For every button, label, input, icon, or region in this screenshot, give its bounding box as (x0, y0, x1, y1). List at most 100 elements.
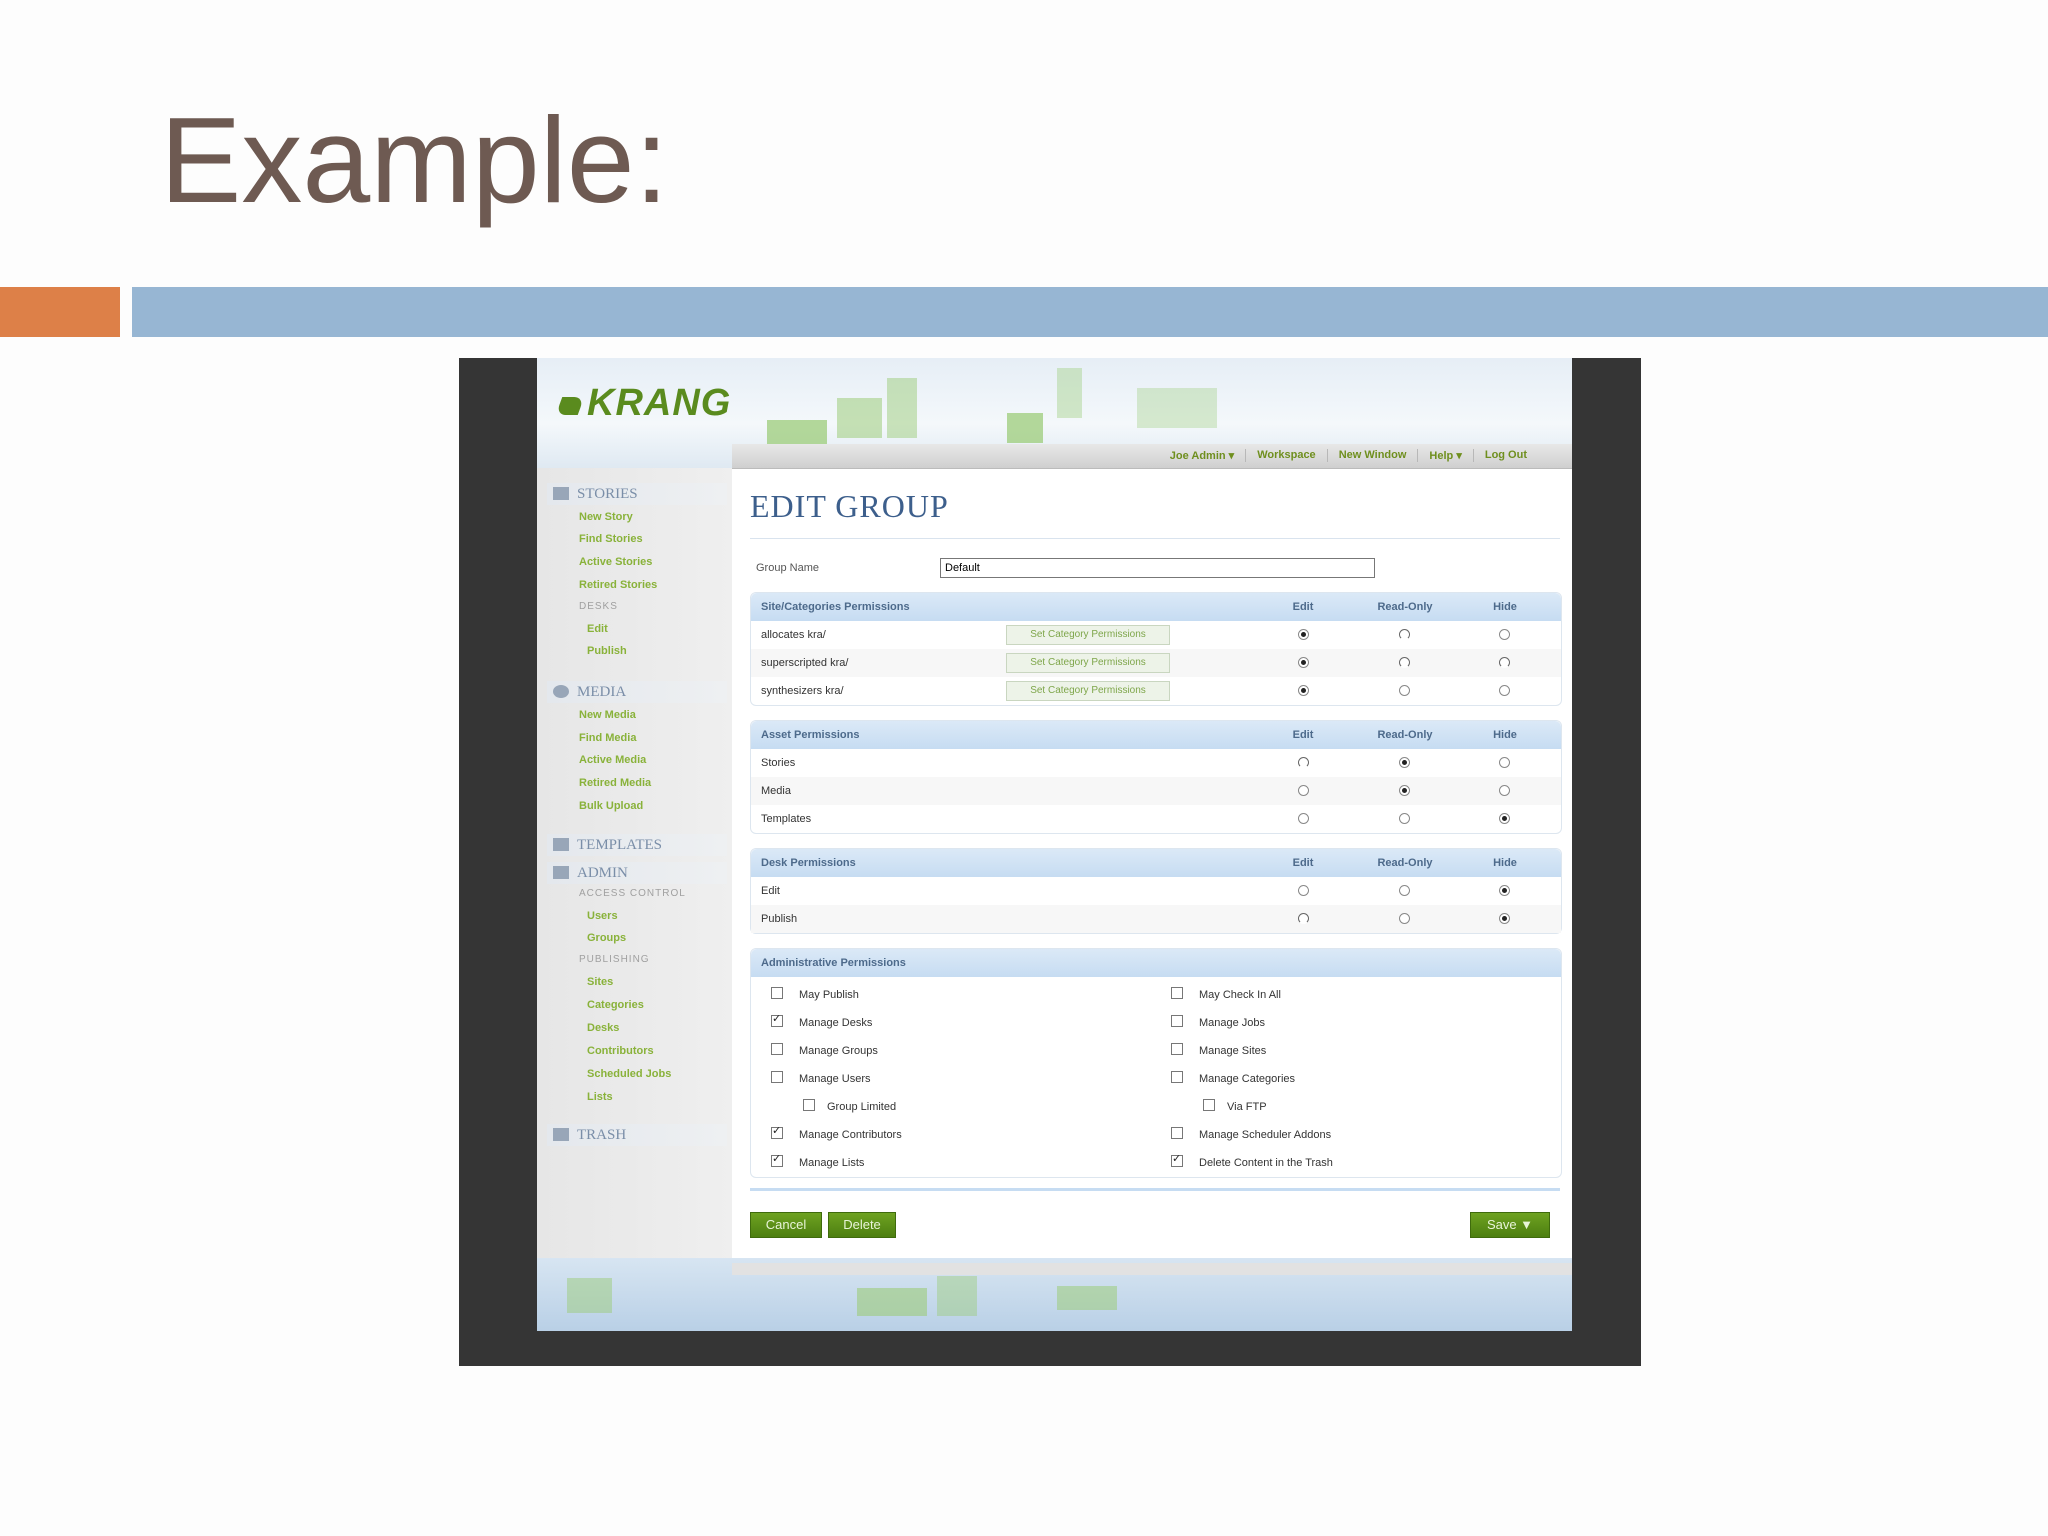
sidebar-link-retired-media[interactable]: Retired Media (579, 777, 651, 789)
edit-radio[interactable] (1298, 629, 1309, 640)
user-menu-link[interactable]: Joe Admin ▾ (1159, 449, 1245, 462)
sidebar-link-new-story[interactable]: New Story (579, 511, 633, 523)
sidebar-link-desk-edit[interactable]: Edit (587, 623, 608, 635)
sidebar-link-users[interactable]: Users (587, 910, 618, 922)
checkbox-delete-content-trash[interactable]: Delete Content in the Trash (1171, 1152, 1333, 1169)
sidebar-section-trash[interactable]: TRASH (547, 1124, 727, 1146)
sidebar-link-desk-publish[interactable]: Publish (587, 645, 627, 657)
sidebar-link-groups[interactable]: Groups (587, 932, 626, 944)
checkbox[interactable] (771, 1043, 783, 1055)
sidebar-link-bulk-upload[interactable]: Bulk Upload (579, 800, 643, 812)
column-edit: Edit (1292, 857, 1314, 869)
read-only-radio[interactable] (1399, 657, 1410, 668)
checkbox[interactable] (1171, 987, 1183, 999)
delete-button[interactable]: Delete (828, 1212, 896, 1238)
edit-radio[interactable] (1298, 813, 1309, 824)
read-only-radio[interactable] (1399, 685, 1410, 696)
desk-permissions-header: Desk Permissions Edit Read-Only Hide (751, 849, 1561, 877)
checkbox-manage-scheduler-addons[interactable]: Manage Scheduler Addons (1171, 1127, 1331, 1141)
cancel-button[interactable]: Cancel (750, 1212, 822, 1238)
read-only-radio[interactable] (1399, 757, 1410, 768)
checkbox[interactable] (771, 1071, 783, 1083)
sidebar-link-retired-stories[interactable]: Retired Stories (579, 579, 657, 591)
sidebar-link-active-stories[interactable]: Active Stories (579, 556, 652, 568)
workspace-link[interactable]: Workspace (1245, 449, 1327, 462)
edit-radio[interactable] (1298, 685, 1309, 696)
sidebar-section-media[interactable]: MEDIA (547, 681, 727, 703)
sidebar-caption-publishing: PUBLISHING (579, 954, 650, 965)
checkbox[interactable] (771, 987, 783, 999)
checkbox-may-publish[interactable]: May Publish (771, 987, 859, 1001)
checkbox[interactable] (1203, 1099, 1215, 1111)
set-category-permissions-button[interactable]: Set Category Permissions (1006, 681, 1170, 701)
read-only-radio[interactable] (1399, 913, 1410, 924)
checkbox-manage-users[interactable]: Manage Users (771, 1071, 871, 1085)
checkbox[interactable] (1171, 1127, 1183, 1139)
checkbox-manage-contributors[interactable]: Manage Contributors (771, 1124, 902, 1141)
save-button[interactable]: Save ▼ (1470, 1212, 1550, 1238)
hide-radio[interactable] (1499, 657, 1510, 668)
checkbox-manage-groups[interactable]: Manage Groups (771, 1043, 878, 1057)
edit-radio[interactable] (1298, 657, 1309, 668)
table-row: Stories (751, 749, 1561, 777)
read-only-radio[interactable] (1399, 813, 1410, 824)
hide-radio[interactable] (1499, 757, 1510, 768)
checkbox-manage-categories[interactable]: Manage Categories (1171, 1071, 1295, 1085)
hide-radio[interactable] (1499, 785, 1510, 796)
checkbox[interactable] (771, 1124, 783, 1139)
column-edit: Edit (1292, 729, 1314, 741)
checkbox-may-check-in-all[interactable]: May Check In All (1171, 987, 1281, 1001)
help-menu-link[interactable]: Help ▾ (1417, 449, 1472, 462)
set-category-permissions-button[interactable]: Set Category Permissions (1006, 653, 1170, 673)
edit-radio[interactable] (1298, 913, 1309, 924)
edit-radio[interactable] (1298, 757, 1309, 768)
sidebar-section-stories[interactable]: STORIES (547, 483, 727, 505)
templates-icon (553, 838, 569, 851)
edit-radio[interactable] (1298, 785, 1309, 796)
checkbox[interactable] (1171, 1043, 1183, 1055)
checkbox-manage-desks[interactable]: Manage Desks (771, 1012, 872, 1029)
checkbox-group-limited[interactable]: Group Limited (803, 1099, 896, 1113)
checkbox[interactable] (771, 1012, 783, 1027)
table-row: allocates kra/ Set Category Permissions (751, 621, 1561, 649)
read-only-radio[interactable] (1399, 885, 1410, 896)
hide-radio[interactable] (1499, 629, 1510, 640)
read-only-radio[interactable] (1399, 785, 1410, 796)
new-window-link[interactable]: New Window (1326, 449, 1418, 462)
read-only-radio[interactable] (1399, 629, 1410, 640)
checkbox-manage-lists[interactable]: Manage Lists (771, 1152, 864, 1169)
checkbox[interactable] (771, 1152, 783, 1167)
checkbox[interactable] (1171, 1152, 1183, 1167)
hide-radio[interactable] (1499, 813, 1510, 824)
sidebar-link-categories[interactable]: Categories (587, 999, 644, 1011)
sidebar-link-scheduled-jobs[interactable]: Scheduled Jobs (587, 1068, 671, 1080)
sidebar-caption-desks: DESKS (579, 601, 618, 612)
checkbox[interactable] (1171, 1071, 1183, 1083)
hide-radio[interactable] (1499, 913, 1510, 924)
sidebar-link-contributors[interactable]: Contributors (587, 1045, 654, 1057)
checkbox[interactable] (1171, 1015, 1183, 1027)
sidebar-link-sites[interactable]: Sites (587, 976, 613, 988)
edit-radio[interactable] (1298, 885, 1309, 896)
sidebar-link-desks[interactable]: Desks (587, 1022, 619, 1034)
column-hide: Hide (1493, 729, 1517, 741)
sidebar-link-lists[interactable]: Lists (587, 1091, 613, 1103)
krang-logo[interactable]: KRANG (555, 382, 731, 425)
log-out-link[interactable]: Log Out (1472, 449, 1538, 462)
checkbox-via-ftp[interactable]: Via FTP (1203, 1099, 1267, 1113)
asset-permissions-title: Asset Permissions (761, 729, 860, 741)
checkbox[interactable] (803, 1099, 815, 1111)
sidebar-link-new-media[interactable]: New Media (579, 709, 636, 721)
sidebar-link-find-stories[interactable]: Find Stories (579, 533, 643, 545)
sidebar-section-admin[interactable]: ADMIN (547, 862, 727, 884)
checkbox-manage-sites[interactable]: Manage Sites (1171, 1043, 1266, 1057)
hide-radio[interactable] (1499, 885, 1510, 896)
sidebar-link-active-media[interactable]: Active Media (579, 754, 646, 766)
group-name-input[interactable] (940, 558, 1375, 578)
set-category-permissions-button[interactable]: Set Category Permissions (1006, 625, 1170, 645)
sidebar-section-templates[interactable]: TEMPLATES (547, 834, 727, 856)
sidebar-link-find-media[interactable]: Find Media (579, 732, 636, 744)
hide-radio[interactable] (1499, 685, 1510, 696)
desk-name: Edit (761, 885, 780, 897)
checkbox-manage-jobs[interactable]: Manage Jobs (1171, 1015, 1265, 1029)
